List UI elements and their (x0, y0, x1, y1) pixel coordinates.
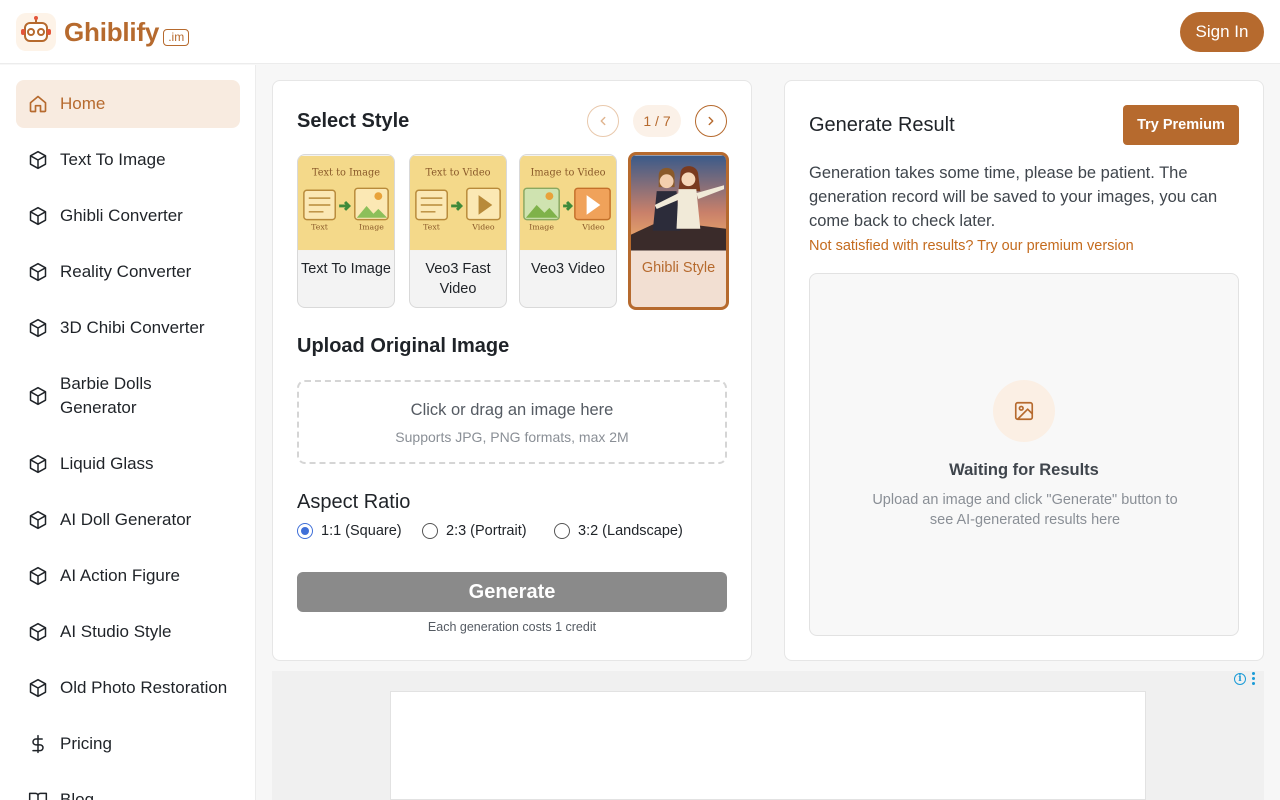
image-to-video-thumbnail (520, 155, 616, 251)
cube-icon (29, 206, 47, 226)
cube-icon (29, 386, 47, 406)
radio-button[interactable] (554, 523, 570, 539)
brand-name: Ghiblify (64, 16, 160, 47)
brand-logo[interactable]: Ghiblify .im (16, 13, 190, 51)
upload-format-hint: Supports JPG, PNG formats, max 2M (395, 429, 629, 445)
radio-button[interactable] (422, 523, 438, 539)
ad-info-icon[interactable]: i (1234, 673, 1246, 685)
sidebar-item-label: AI Action Figure (60, 566, 181, 585)
top-header: Ghiblify .im Sign In (0, 0, 1280, 64)
waiting-hint: Upload an image and click "Generate" but… (872, 492, 1178, 528)
sidebar-item-label: AI Doll Generator (60, 510, 192, 529)
style-label: Text To Image (300, 261, 391, 277)
text-to-video-thumbnail (410, 155, 506, 251)
home-icon (29, 95, 47, 113)
ghibli-style-thumbnail (631, 155, 726, 251)
cube-icon (29, 318, 47, 338)
style-label: Ghibli Style (641, 260, 716, 276)
sidebar-item-liquid-glass[interactable]: Liquid Glass (16, 440, 240, 488)
style-card-text-to-image[interactable]: Text to Image Text Image Text To Image (297, 154, 395, 308)
sidebar-item-label: Reality Converter (60, 262, 192, 281)
sidebar-item-text-to-image[interactable]: Text To Image (16, 136, 240, 184)
sidebar-item-label: Blog (60, 790, 95, 800)
sidebar-item-label: Barbie Dolls Generator (60, 374, 152, 417)
upload-dropzone[interactable]: Click or drag an image here Supports JPG… (297, 380, 727, 464)
upload-title: Upload Original Image (297, 335, 510, 357)
sidebar-item-pricing[interactable]: Pricing (16, 720, 240, 768)
aspect-ratio-title: Aspect Ratio (297, 491, 411, 513)
style-label: Veo3 Fast Video (425, 261, 491, 297)
sidebar-item-ghibli-converter[interactable]: Ghibli Converter (16, 192, 240, 240)
dollar-icon (32, 734, 44, 754)
sidebar-item-label: Liquid Glass (60, 454, 154, 473)
style-card-veo3-fast-video[interactable]: Text to Video Text Video Veo3 Fast Video (409, 154, 507, 308)
waiting-title: Waiting for Results (949, 461, 1099, 479)
book-icon (28, 792, 48, 800)
style-card-veo3-video[interactable]: Image to Video Image Video Veo3 Video (519, 154, 617, 308)
sidebar-item-label: 3D Chibi Converter (60, 318, 205, 337)
sidebar-item-3d-chibi-converter[interactable]: 3D Chibi Converter (16, 304, 240, 352)
sidebar-item-label: Text To Image (60, 150, 166, 169)
premium-version-link[interactable]: Not satisfied with results? Try our prem… (809, 238, 1134, 254)
chevron-right-icon (708, 116, 714, 126)
next-page-button[interactable] (695, 105, 727, 137)
sidebar-item-label: Home (60, 94, 106, 113)
ad-menu-icon[interactable] (1252, 672, 1256, 686)
sign-in-button[interactable]: Sign In (1180, 12, 1264, 52)
sidebar-item-label: Pricing (60, 734, 112, 753)
sidebar-item-ai-doll-generator[interactable]: AI Doll Generator (16, 496, 240, 544)
ad-container: i (272, 671, 1264, 800)
cube-icon (29, 678, 47, 698)
generation-notice: Generation takes some time, please be pa… (809, 164, 1218, 230)
sidebar-item-reality-converter[interactable]: Reality Converter (16, 248, 240, 296)
credit-cost-note: Each generation costs 1 credit (427, 620, 597, 634)
sidebar-item-blog[interactable]: Blog (16, 776, 240, 800)
upload-instruction: Click or drag an image here (410, 401, 614, 419)
sidebar-item-ai-action-figure[interactable]: AI Action Figure (16, 552, 240, 600)
prev-page-button[interactable] (587, 105, 619, 137)
result-panel: Generate Result Try Premium Generation t… (784, 80, 1264, 661)
aspect-option-landscape[interactable]: 3:2 (Landscape) (554, 523, 683, 539)
sidebar-item-label: Ghibli Converter (60, 206, 183, 225)
ad-frame[interactable] (390, 691, 1146, 800)
sidebar-item-label: AI Studio Style (60, 622, 172, 641)
sidebar-item-barbie-dolls-generator[interactable]: Barbie Dolls Generator (16, 360, 240, 432)
sidebar-item-ai-studio-style[interactable]: AI Studio Style (16, 608, 240, 656)
page-indicator: 1 / 7 (633, 105, 681, 137)
radio-label: 1:1 (Square) (321, 523, 402, 539)
image-placeholder-icon (993, 380, 1055, 442)
cube-icon (29, 622, 47, 642)
sidebar-nav: Home Text To Image Ghibli Converter Real… (0, 65, 256, 800)
cube-icon (29, 150, 47, 170)
sidebar-item-old-photo-restoration[interactable]: Old Photo Restoration (16, 664, 240, 712)
try-premium-button[interactable]: Try Premium (1123, 105, 1239, 145)
aspect-option-portrait[interactable]: 2:3 (Portrait) (422, 523, 527, 539)
text-to-image-thumbnail (298, 155, 394, 251)
radio-label: 3:2 (Landscape) (578, 523, 683, 539)
style-label: Veo3 Video (531, 261, 605, 277)
radio-label: 2:3 (Portrait) (446, 523, 527, 539)
style-panel: Select Style 1 / 7 Text to Image Text Im… (272, 80, 752, 661)
select-style-title: Select Style (297, 110, 410, 132)
sidebar-item-home[interactable]: Home (16, 80, 240, 128)
generate-button[interactable]: Generate (297, 572, 727, 612)
brand-suffix: .im (163, 28, 190, 46)
radio-button[interactable] (297, 523, 313, 539)
cube-icon (29, 262, 47, 282)
generate-result-title: Generate Result (809, 114, 955, 136)
style-card-ghibli-style[interactable]: Ghibli Style (628, 152, 729, 310)
sidebar-item-label: Old Photo Restoration (60, 678, 228, 697)
chevron-left-icon (600, 116, 606, 126)
result-preview-area: Waiting for Results Upload an image and … (809, 273, 1239, 636)
cube-icon (29, 510, 47, 530)
cube-icon (29, 454, 47, 474)
aspect-option-square[interactable]: 1:1 (Square) (297, 523, 402, 539)
cube-icon (29, 566, 47, 586)
robot-logo-icon (16, 13, 56, 51)
